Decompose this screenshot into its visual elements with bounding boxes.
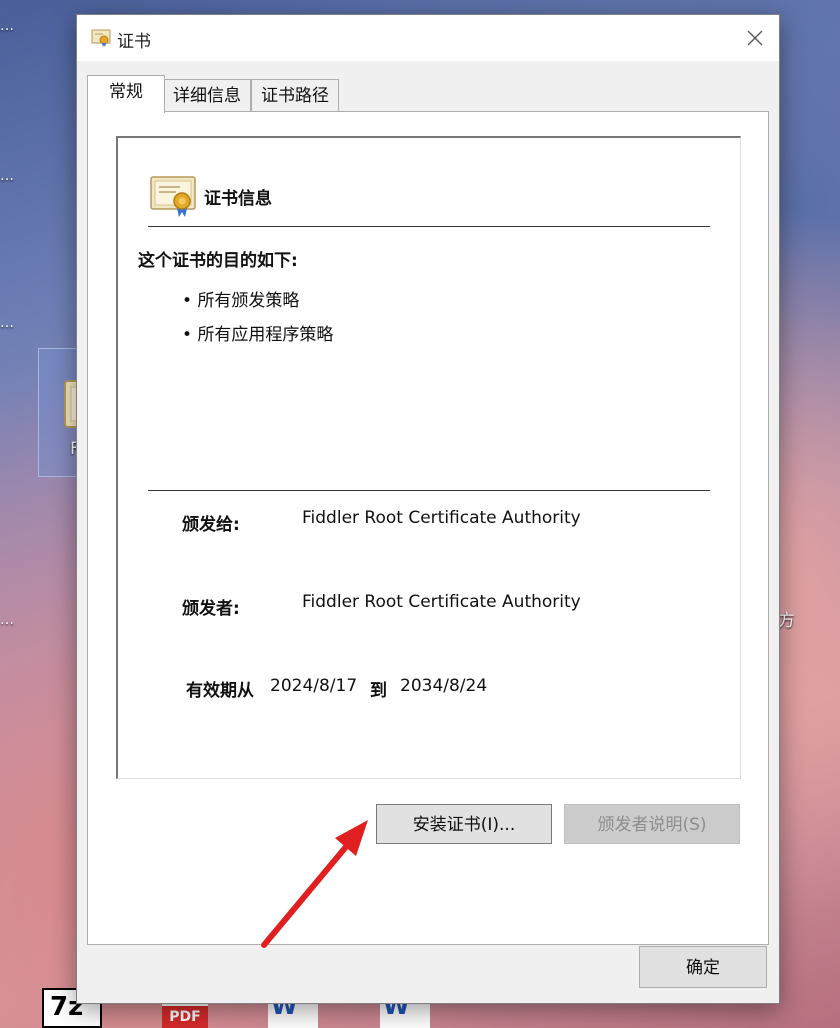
tab-general[interactable]: 常规 — [87, 75, 165, 113]
desktop-label-1: … — [0, 18, 14, 34]
desktop-label-4: … — [0, 612, 14, 628]
issued-to-value: Fiddler Root Certificate Authority — [302, 508, 581, 528]
tab-label: 证书路径 — [261, 86, 329, 106]
bullet-glyph: • — [182, 325, 193, 345]
purpose-text: 所有颁发策略 — [197, 291, 300, 311]
divider — [148, 490, 710, 491]
install-certificate-label: 安装证书(I)... — [412, 815, 516, 835]
tab-details[interactable]: 详细信息 — [163, 79, 251, 112]
certificate-icon — [91, 29, 111, 47]
valid-from-value: 2024/8/17 — [270, 676, 358, 696]
purpose-item: • 所有应用程序策略 — [182, 320, 333, 345]
close-icon — [747, 30, 763, 46]
tab-label: 详细信息 — [173, 86, 241, 106]
issuer-statement-button: 颁发者说明(S) — [564, 804, 740, 844]
tab-certification-path[interactable]: 证书路径 — [251, 79, 339, 112]
purpose-item: • 所有颁发策略 — [182, 286, 299, 311]
tab-panel-general: 证书信息 这个证书的目的如下: • 所有颁发策略 • 所有应用程序策略 颁发给:… — [87, 111, 769, 945]
certificate-dialog: 证书 常规 详细信息 证书路径 证书信息 这个证书的目的如下: • 所有颁发策略… — [76, 14, 780, 1004]
valid-to-label: 到 — [370, 681, 387, 701]
certificate-icon — [150, 176, 196, 217]
close-button[interactable] — [731, 15, 779, 61]
certificate-info-box: 证书信息 这个证书的目的如下: • 所有颁发策略 • 所有应用程序策略 颁发给:… — [116, 136, 741, 779]
desktop-label-3: … — [0, 315, 14, 331]
purpose-text: 所有应用程序策略 — [197, 325, 334, 345]
purpose-heading: 这个证书的目的如下: — [138, 251, 298, 271]
valid-to-value: 2034/8/24 — [400, 676, 488, 696]
ok-button[interactable]: 确定 — [639, 946, 767, 988]
issued-to-label: 颁发给: — [182, 515, 240, 535]
divider — [148, 226, 710, 227]
pdf-icon-text: PDF — [162, 1006, 208, 1028]
issuer-statement-label: 颁发者说明(S) — [597, 815, 707, 835]
tab-label: 常规 — [109, 82, 143, 102]
desktop-label-2: … — [0, 168, 14, 184]
install-certificate-button[interactable]: 安装证书(I)... — [376, 804, 552, 844]
issued-by-label: 颁发者: — [182, 599, 240, 619]
dialog-title: 证书 — [117, 32, 151, 52]
certificate-info-title: 证书信息 — [204, 189, 272, 209]
bullet-glyph: • — [182, 291, 193, 311]
issued-by-value: Fiddler Root Certificate Authority — [302, 592, 581, 612]
valid-from-label: 有效期从 — [186, 681, 254, 701]
title-bar: 证书 — [77, 15, 779, 61]
ok-label: 确定 — [686, 958, 720, 978]
desktop-label-5: 方 — [778, 611, 795, 631]
